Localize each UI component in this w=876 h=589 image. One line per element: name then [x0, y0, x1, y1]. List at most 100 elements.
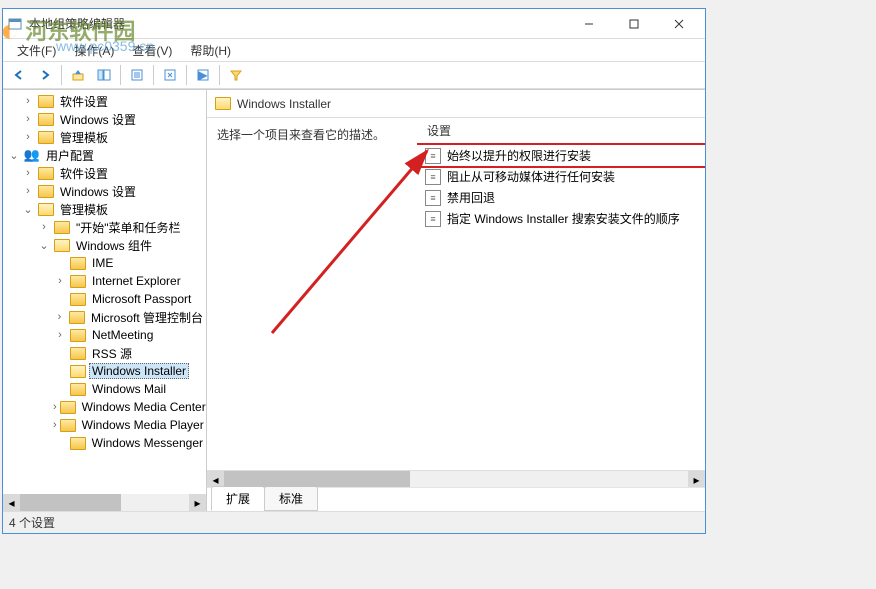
policy-label: 指定 Windows Installer 搜索安装文件的顺序 — [447, 210, 680, 227]
tree-hscrollbar[interactable]: ◂ ▸ — [3, 494, 206, 511]
tree-node-software-settings[interactable]: ›软件设置 — [3, 92, 206, 110]
scroll-right-button[interactable]: ▸ — [189, 494, 206, 511]
menu-action[interactable]: 操作(A) — [66, 40, 122, 61]
tree-node-messenger[interactable]: Windows Messenger — [3, 434, 206, 452]
toolbar-separator — [120, 65, 121, 85]
expand-icon[interactable]: › — [37, 221, 51, 233]
tree-node-ie[interactable]: ›Internet Explorer — [3, 272, 206, 290]
scroll-thumb[interactable] — [20, 494, 121, 511]
collapse-icon[interactable]: ⌄ — [37, 239, 51, 252]
policy-item-rollback[interactable]: ≡ 禁用回退 — [417, 187, 705, 208]
scroll-right-button[interactable]: ▸ — [688, 471, 705, 488]
scroll-track[interactable] — [20, 494, 189, 511]
content-header: Windows Installer — [207, 90, 705, 118]
status-text: 4 个设置 — [9, 514, 55, 531]
tree-node-windows-settings-2[interactable]: ›Windows 设置 — [3, 182, 206, 200]
tree-node-windows-mail[interactable]: Windows Mail — [3, 380, 206, 398]
export-button[interactable] — [125, 63, 149, 87]
tree-node-netmeeting[interactable]: ›NetMeeting — [3, 326, 206, 344]
tree-node-wmp[interactable]: ›Windows Media Player — [3, 416, 206, 434]
expand-icon[interactable]: › — [53, 401, 57, 413]
policy-item-elevate[interactable]: ≡ 始终以提升的权限进行安装 — [417, 145, 705, 166]
tree-node-wmc[interactable]: ›Windows Media Center — [3, 398, 206, 416]
svg-text:▶: ▶ — [198, 68, 208, 82]
content-tabs: 扩展 标准 — [207, 487, 705, 511]
content-hscrollbar[interactable]: ◂ ▸ — [207, 470, 705, 487]
show-hide-tree-button[interactable] — [92, 63, 116, 87]
tree-node-passport[interactable]: Microsoft Passport — [3, 290, 206, 308]
menu-file[interactable]: 文件(F) — [9, 40, 64, 61]
tree-node-mmc[interactable]: ›Microsoft 管理控制台 — [3, 308, 206, 326]
expand-icon[interactable]: › — [53, 419, 57, 431]
tree-node-admin-templates-2[interactable]: ⌄管理模板 — [3, 200, 206, 218]
column-header-setting[interactable]: 设置 — [417, 118, 705, 145]
filter-button[interactable] — [224, 63, 248, 87]
tab-standard[interactable]: 标准 — [264, 486, 318, 511]
scroll-thumb[interactable] — [224, 471, 410, 487]
tab-extended[interactable]: 扩展 — [211, 486, 265, 511]
refresh-button[interactable] — [158, 63, 182, 87]
main-area: ›软件设置 ›Windows 设置 ›管理模板 ⌄👥用户配置 ›软件设置 ›Wi… — [3, 89, 705, 511]
toolbar-separator — [186, 65, 187, 85]
folder-icon — [70, 291, 86, 307]
expand-icon[interactable]: › — [21, 167, 35, 179]
close-button[interactable] — [656, 10, 701, 38]
folder-icon — [60, 399, 76, 415]
toolbar-separator — [219, 65, 220, 85]
folder-icon — [70, 255, 86, 271]
folder-icon — [70, 273, 86, 289]
tree-node-rss[interactable]: RSS 源 — [3, 344, 206, 362]
window-title: 本地组策略编辑器 — [29, 15, 566, 32]
tree-node-windows-components[interactable]: ⌄Windows 组件 — [3, 236, 206, 254]
content-pane: Windows Installer 选择一个项目来查看它的描述。 设置 ≡ 始终… — [207, 90, 705, 511]
user-icon: 👥 — [24, 147, 40, 163]
folder-icon — [70, 345, 86, 361]
help-button[interactable]: ▶ — [191, 63, 215, 87]
tree-node-windows-settings[interactable]: ›Windows 设置 — [3, 110, 206, 128]
back-button[interactable] — [7, 63, 31, 87]
toolbar-separator — [61, 65, 62, 85]
maximize-button[interactable] — [611, 10, 656, 38]
policy-icon: ≡ — [425, 169, 441, 185]
forward-button[interactable] — [33, 63, 57, 87]
collapse-icon[interactable]: ⌄ — [7, 149, 21, 162]
policy-item-search-order[interactable]: ≡ 指定 Windows Installer 搜索安装文件的顺序 — [417, 208, 705, 229]
expand-icon[interactable]: › — [53, 311, 66, 323]
expand-icon[interactable]: › — [53, 275, 67, 287]
tree-node-ime[interactable]: IME — [3, 254, 206, 272]
expand-icon[interactable]: › — [21, 131, 35, 143]
tree-node-admin-templates[interactable]: ›管理模板 — [3, 128, 206, 146]
expand-icon[interactable]: › — [53, 329, 67, 341]
tree-node-start-taskbar[interactable]: ›"开始"菜单和任务栏 — [3, 218, 206, 236]
titlebar: 本地组策略编辑器 — [3, 9, 705, 39]
menu-help[interactable]: 帮助(H) — [182, 40, 239, 61]
folder-icon — [70, 435, 86, 451]
policy-icon: ≡ — [425, 148, 441, 164]
tree-node-user-config[interactable]: ⌄👥用户配置 — [3, 146, 206, 164]
minimize-button[interactable] — [566, 10, 611, 38]
folder-open-icon — [70, 363, 86, 379]
tree-node-windows-installer[interactable]: Windows Installer — [3, 362, 206, 380]
tree-pane: ›软件设置 ›Windows 设置 ›管理模板 ⌄👥用户配置 ›软件设置 ›Wi… — [3, 90, 207, 511]
folder-open-icon — [38, 201, 54, 217]
toolbar-separator — [153, 65, 154, 85]
expand-icon[interactable]: › — [21, 95, 35, 107]
folder-icon — [69, 309, 85, 325]
menu-view[interactable]: 查看(V) — [124, 40, 180, 61]
folder-open-icon — [215, 97, 231, 110]
settings-column: 设置 ≡ 始终以提升的权限进行安装 ≡ 阻止从可移动媒体进行任何安装 ≡ 禁用回… — [417, 118, 705, 470]
expand-icon[interactable]: › — [21, 185, 35, 197]
up-button[interactable] — [66, 63, 90, 87]
tree-scroll[interactable]: ›软件设置 ›Windows 设置 ›管理模板 ⌄👥用户配置 ›软件设置 ›Wi… — [3, 90, 206, 494]
folder-icon — [38, 111, 54, 127]
policy-item-removable[interactable]: ≡ 阻止从可移动媒体进行任何安装 — [417, 166, 705, 187]
policy-icon: ≡ — [425, 211, 441, 227]
scroll-left-button[interactable]: ◂ — [3, 494, 20, 511]
policy-label: 始终以提升的权限进行安装 — [447, 147, 591, 164]
tree-node-software-settings-2[interactable]: ›软件设置 — [3, 164, 206, 182]
policy-label: 阻止从可移动媒体进行任何安装 — [447, 168, 615, 185]
collapse-icon[interactable]: ⌄ — [21, 203, 35, 216]
scroll-track[interactable] — [224, 471, 688, 487]
policy-icon: ≡ — [425, 190, 441, 206]
expand-icon[interactable]: › — [21, 113, 35, 125]
